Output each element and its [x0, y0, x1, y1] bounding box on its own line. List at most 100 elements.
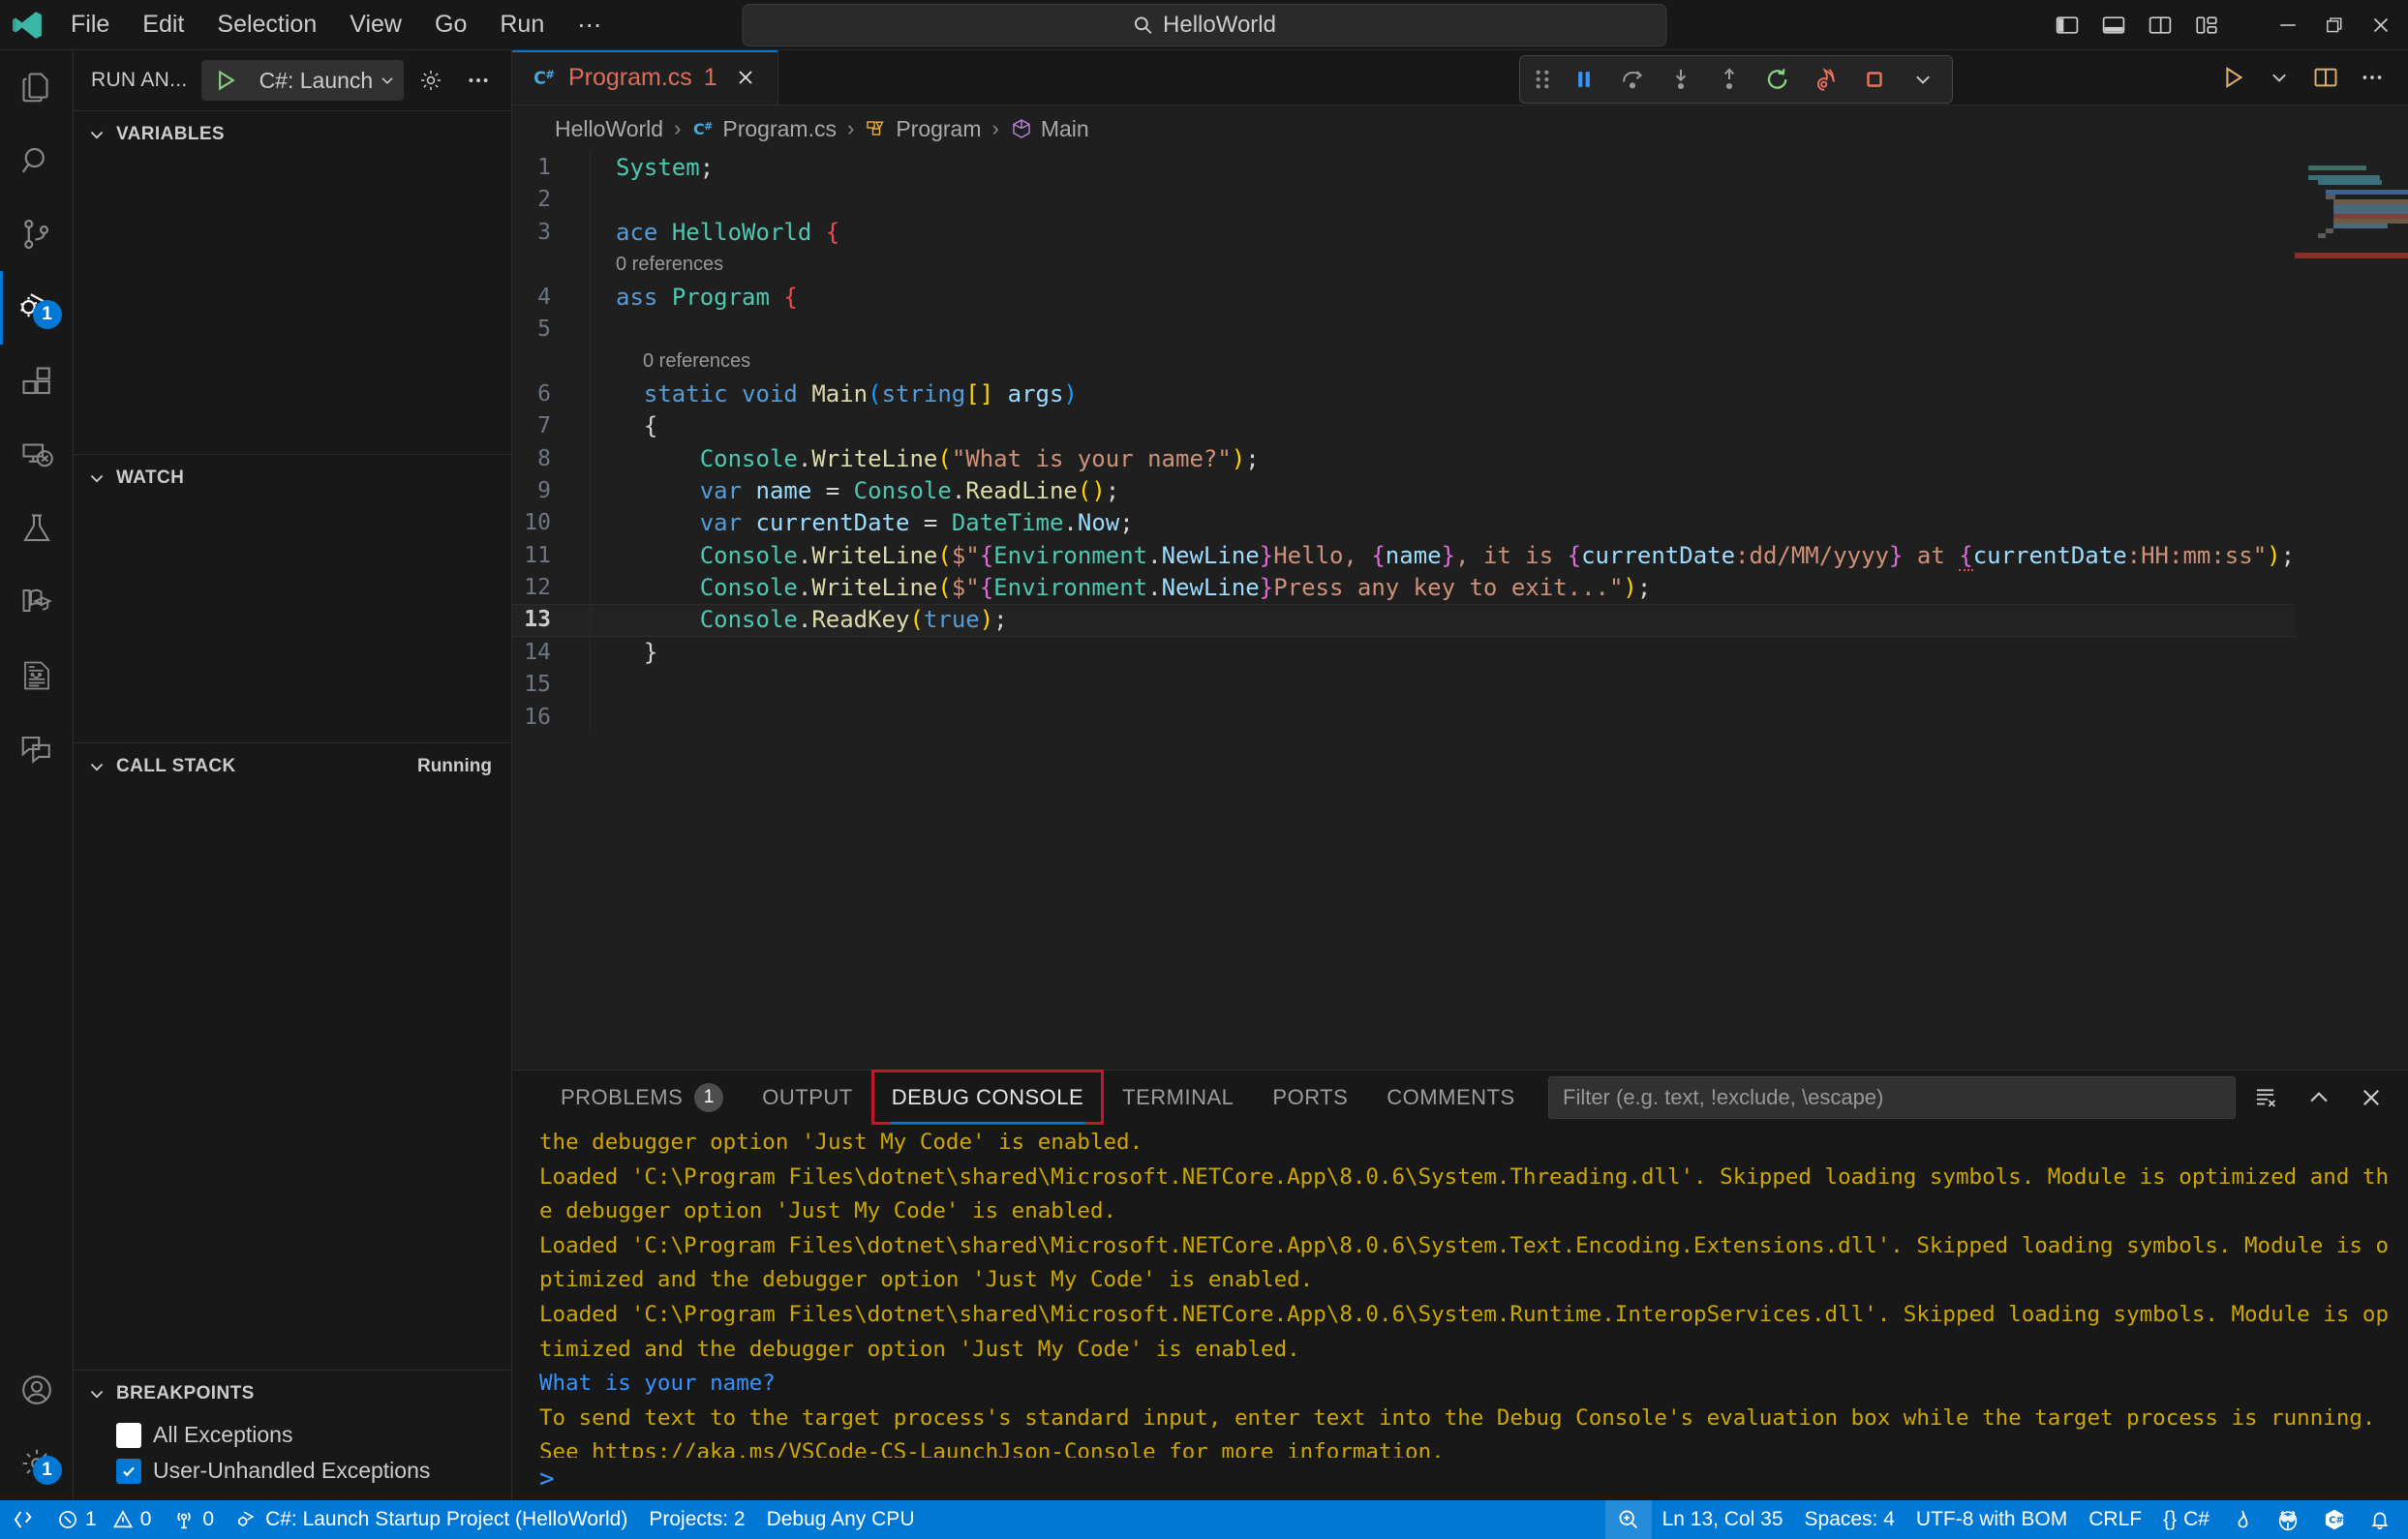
close-icon[interactable] [729, 61, 762, 94]
sidebar-item-chat[interactable] [0, 712, 74, 786]
breadcrumb-item-file[interactable]: C # Program.cs [691, 116, 837, 142]
editor-more-actions-icon[interactable] [2350, 55, 2394, 100]
start-debugging-play-icon[interactable] [201, 68, 250, 93]
debug-more-chevron-down-icon[interactable] [1900, 60, 1946, 99]
zoom-icon[interactable] [1604, 1500, 1652, 1539]
sidebar-item-remote-explorer[interactable] [0, 418, 74, 492]
breadcrumb-label: HelloWorld [555, 115, 664, 141]
status-notifications-bell-icon[interactable] [2358, 1500, 2402, 1539]
command-center[interactable]: HelloWorld [742, 3, 1666, 46]
status-errors-warnings[interactable]: 1 0 [46, 1500, 162, 1539]
accounts-icon[interactable] [0, 1353, 74, 1427]
tab-output[interactable]: OUTPUT [743, 1071, 871, 1124]
menu-edit[interactable]: Edit [126, 7, 200, 43]
user-unhandled-exceptions-checkbox[interactable] [116, 1458, 141, 1484]
status-configuration[interactable]: Debug Any CPU [756, 1500, 926, 1539]
code-editor[interactable]: 1 System; 2 3 ace HelloWorld {0 references 4… [512, 152, 2408, 1070]
status-cursor-position[interactable]: Ln 13, Col 35 [1652, 1500, 1794, 1539]
breakpoint-row[interactable]: All Exceptions [74, 1417, 511, 1453]
remote-host-icon[interactable] [0, 1500, 46, 1539]
status-ports[interactable]: 0 [162, 1500, 225, 1539]
debug-stop-button[interactable] [1851, 60, 1898, 99]
hot-reload-flame-icon[interactable] [1803, 60, 1849, 99]
tab-debug-console[interactable]: DEBUG CONSOLE [870, 1070, 1105, 1125]
split-editor-icon[interactable] [2303, 55, 2348, 100]
breadcrumb-item-method[interactable]: Main [1010, 116, 1089, 142]
run-or-debug-play-icon[interactable] [2210, 55, 2255, 100]
sidebar-item-testing[interactable] [0, 492, 74, 565]
sidebar-item-learn[interactable] [0, 565, 74, 639]
section-call-stack-header[interactable]: CALL STACK Running [74, 743, 511, 790]
toggle-primary-sidebar-icon[interactable] [2044, 4, 2090, 46]
debug-pause-button[interactable] [1561, 60, 1607, 99]
debug-restart-button[interactable] [1754, 60, 1801, 99]
breadcrumb-item-folder[interactable]: HelloWorld [555, 116, 663, 142]
sidebar-item-search[interactable] [0, 124, 74, 197]
sidebar-item-run-and-debug[interactable]: 1 [0, 271, 74, 345]
codelens-references[interactable]: 0 references [512, 346, 2295, 378]
run-dropdown-chevron-down-icon[interactable] [2257, 55, 2301, 100]
tab-label: PROBLEMS [561, 1084, 684, 1109]
menu-more[interactable]: ⋯ [561, 7, 618, 44]
status-csharp-badge-icon[interactable]: C# [2311, 1500, 2358, 1539]
status-hot-reload-flame-icon[interactable] [2220, 1500, 2265, 1539]
vscode-window: File Edit Selection View Go Run ⋯ HelloW… [0, 0, 2408, 1539]
breadcrumb-item-class[interactable]: Program [865, 116, 982, 142]
all-exceptions-checkbox[interactable] [116, 1422, 141, 1448]
sidebar-item-extensions[interactable] [0, 345, 74, 418]
settings-gear-icon[interactable]: 1 [0, 1427, 74, 1500]
menu-go[interactable]: Go [418, 7, 483, 43]
status-owl-icon[interactable] [2265, 1500, 2311, 1539]
debug-step-out-button[interactable] [1706, 60, 1753, 99]
clear-console-icon[interactable] [2245, 1076, 2288, 1119]
section-title: BREAKPOINTS [116, 1383, 255, 1403]
menu-view[interactable]: View [333, 7, 418, 43]
breakpoint-row[interactable]: User-Unhandled Exceptions [74, 1453, 511, 1489]
maximize-panel-chevron-up-icon[interactable] [2298, 1076, 2340, 1119]
window-minimize-button[interactable] [2265, 4, 2311, 46]
console-filter-box[interactable] [1548, 1075, 2236, 1119]
sidebar-item-source-control[interactable] [0, 197, 74, 271]
sidebar-item-notebook[interactable] [0, 639, 74, 712]
window-close-button[interactable] [2358, 4, 2404, 46]
line-text: System; [590, 152, 2295, 185]
debug-console-output[interactable]: the debugger option 'Just My Code' is en… [512, 1124, 2408, 1458]
launch-config-selector[interactable]: C#: Launch [200, 60, 405, 101]
debug-step-into-button[interactable] [1658, 60, 1704, 99]
command-center-text: HelloWorld [1163, 11, 1276, 38]
status-encoding[interactable]: UTF-8 with BOM [1905, 1500, 2078, 1539]
sidebar-item-explorer[interactable] [0, 50, 74, 124]
customize-layout-icon[interactable] [2183, 4, 2230, 46]
status-launch-profile[interactable]: C#: Launch Startup Project (HelloWorld) [225, 1500, 638, 1539]
close-panel-icon[interactable] [2350, 1076, 2393, 1119]
status-eol[interactable]: CRLF [2078, 1500, 2152, 1539]
tab-terminal[interactable]: TERMINAL [1103, 1071, 1253, 1124]
minimap[interactable] [2295, 152, 2408, 1070]
tab-ports[interactable]: PORTS [1253, 1071, 1367, 1124]
sidebar-more-actions-icon[interactable] [459, 60, 498, 101]
status-projects[interactable]: Projects: 2 [638, 1500, 755, 1539]
toggle-panel-icon[interactable] [2090, 4, 2137, 46]
console-filter-input[interactable] [1563, 1084, 2221, 1110]
section-watch-header[interactable]: WATCH [74, 455, 511, 501]
codelens-references[interactable]: 0 references [512, 249, 2295, 282]
debug-console-input[interactable]: > [512, 1458, 2408, 1500]
launch-config-dropdown[interactable]: C#: Launch [250, 68, 405, 94]
drag-handle-icon[interactable] [1526, 67, 1559, 92]
window-restore-button[interactable] [2311, 4, 2358, 46]
code-line: 3 ace HelloWorld { [512, 216, 2295, 250]
status-indentation[interactable]: Spaces: 4 [1794, 1500, 1905, 1539]
open-launch-json-gear-icon[interactable] [411, 60, 450, 101]
toggle-secondary-sidebar-icon[interactable] [2137, 4, 2183, 46]
debug-step-over-button[interactable] [1609, 60, 1656, 99]
menu-file[interactable]: File [54, 7, 126, 43]
menu-run[interactable]: Run [483, 7, 561, 43]
tab-program-cs[interactable]: C # Program.cs 1 [512, 50, 778, 105]
menu-selection[interactable]: Selection [200, 7, 333, 43]
tab-problems[interactable]: PROBLEMS 1 [541, 1071, 743, 1124]
code-scroll-area[interactable]: 1 System; 2 3 ace HelloWorld {0 references 4… [512, 152, 2296, 1070]
section-breakpoints-header[interactable]: BREAKPOINTS [74, 1371, 511, 1417]
tab-comments[interactable]: COMMENTS [1367, 1071, 1534, 1124]
status-language-mode[interactable]: {} C# [2152, 1500, 2220, 1539]
section-variables-header[interactable]: VARIABLES [74, 111, 511, 158]
